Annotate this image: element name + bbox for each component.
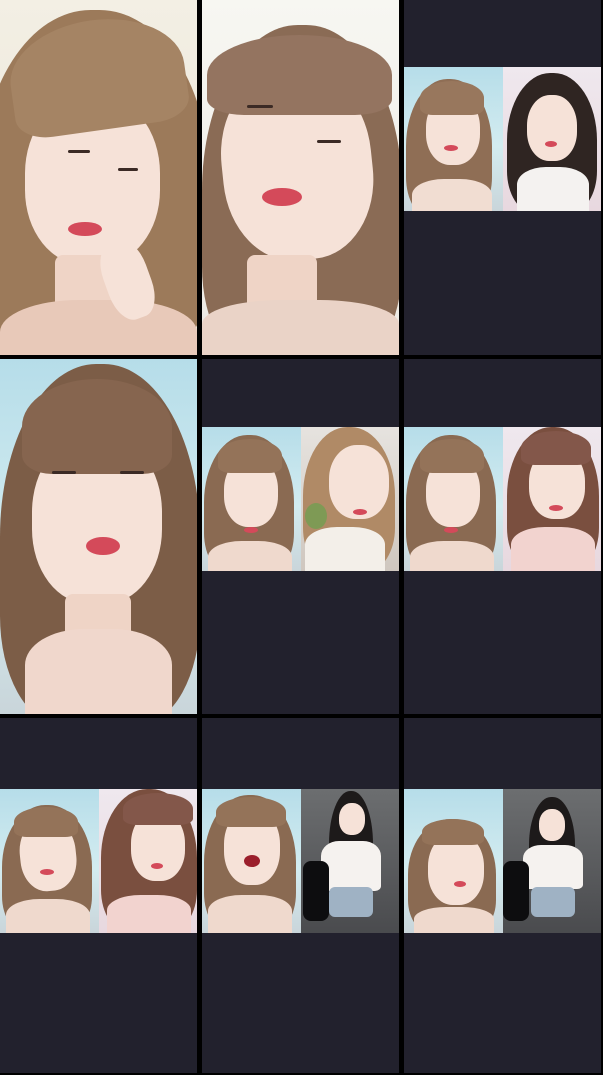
portrait-photo [202, 0, 399, 355]
video-tile-7[interactable] [0, 718, 197, 1073]
split-view [202, 789, 399, 933]
portrait-left [0, 789, 99, 933]
shorts [328, 887, 373, 917]
portrait-left [404, 427, 503, 571]
portrait-photo [0, 0, 197, 355]
parrot [304, 503, 327, 529]
split-view [0, 789, 197, 933]
split-view [404, 427, 601, 571]
portrait-left [202, 789, 301, 933]
split-view [202, 427, 399, 571]
portrait-right [502, 427, 601, 571]
portrait-left [404, 789, 503, 933]
video-grid [0, 0, 603, 1075]
video-tile-5[interactable] [202, 359, 399, 714]
split-view [404, 67, 601, 211]
portrait-photo [0, 359, 197, 714]
chair [502, 861, 529, 921]
portrait-right [300, 789, 399, 933]
portrait-left [404, 67, 503, 211]
video-tile-2[interactable] [202, 0, 399, 355]
portrait-right [502, 789, 601, 933]
split-view [404, 789, 601, 933]
video-tile-3[interactable] [404, 0, 601, 355]
portrait-right [502, 67, 601, 211]
video-tile-9[interactable] [404, 718, 601, 1073]
video-tile-4[interactable] [0, 359, 197, 714]
portrait-right [300, 427, 399, 571]
portrait-right [98, 789, 197, 933]
video-tile-1[interactable] [0, 0, 197, 355]
shorts [530, 887, 575, 917]
video-tile-8[interactable] [202, 718, 399, 1073]
chair [302, 861, 329, 921]
portrait-left [202, 427, 301, 571]
video-tile-6[interactable] [404, 359, 601, 714]
